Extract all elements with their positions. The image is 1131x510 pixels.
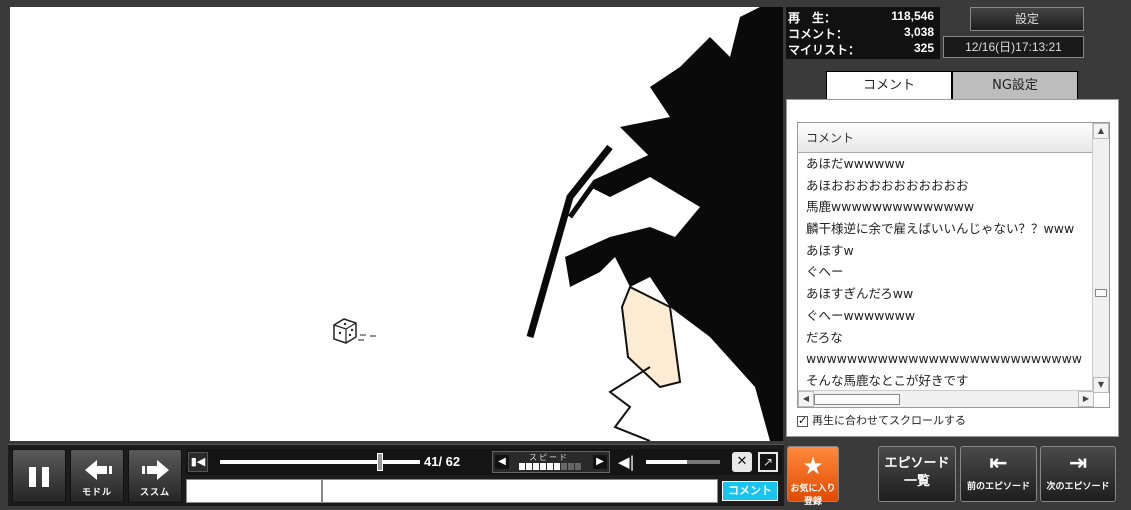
- playback-time: 41/ 62: [424, 454, 461, 469]
- comments-count: 3,038: [903, 25, 934, 39]
- seek-bar[interactable]: [220, 460, 420, 464]
- seek-row: ▮◀ 41/ 62 ◀ スピード ▶ ◀| ✕ ↗: [186, 449, 782, 475]
- comment-row[interactable]: ぐへーwwwwwww: [798, 305, 1094, 327]
- stats-panel: 再 生： 118,546 コメント： 3,038 マイリスト： 325: [786, 7, 940, 59]
- prev-episode-label: 前のエピソード: [966, 482, 1030, 492]
- views-label: 再 生：: [788, 11, 837, 25]
- comment-row[interactable]: 麟干様逆に余で雇えばいいんじゃない？？www: [798, 218, 1094, 240]
- speed-up-button[interactable]: ▶: [593, 455, 607, 469]
- comment-row[interactable]: あほだwwwwww: [798, 153, 1094, 175]
- fullscreen-icon[interactable]: ↗: [758, 452, 778, 472]
- comments-row: コメント： 3,038: [788, 25, 938, 41]
- speed-level-bar: [526, 463, 532, 470]
- tab-ng-settings[interactable]: NG設定: [952, 71, 1078, 100]
- comment-row[interactable]: そんな馬鹿なとこが好きです: [798, 370, 1094, 391]
- favorite-button[interactable]: ★ お気に入り登録: [787, 446, 839, 507]
- video-area[interactable]: [10, 7, 783, 441]
- next-episode-label: 次のエピソード: [1046, 482, 1110, 492]
- prev-episode-button[interactable]: ⇤ 前のエピソード: [960, 446, 1037, 502]
- comment-row[interactable]: あほすw: [798, 240, 1094, 262]
- settings-button[interactable]: 設定: [970, 7, 1084, 31]
- speed-level-bar: [533, 463, 539, 470]
- volume-icon[interactable]: ◀|: [618, 453, 638, 471]
- player-window: モドル ススム ▮◀ 41/ 62 ◀ スピード ▶ ◀| ✕ ↗ コメント 再…: [0, 0, 1131, 510]
- comment-input-row: コメント: [186, 479, 782, 503]
- comment-row[interactable]: あほおおおおおおおおおおお: [798, 175, 1094, 197]
- episode-list-button[interactable]: エピソード 一覧: [878, 446, 956, 502]
- arrow-right-icon: [142, 460, 169, 480]
- speed-down-button[interactable]: ◀: [495, 455, 509, 469]
- speed-level-bar: [568, 463, 574, 470]
- mylist-label: マイリスト：: [788, 43, 861, 57]
- skip-to-start-button[interactable]: ▮◀: [188, 452, 208, 472]
- horizontal-scroll-thumb[interactable]: [814, 394, 900, 405]
- scroll-left-icon[interactable]: ◀: [798, 391, 814, 407]
- views-count: 118,546: [891, 9, 934, 23]
- volume-slider-rest: [686, 460, 720, 464]
- horizontal-scrollbar[interactable]: ◀ ▶: [798, 390, 1094, 407]
- seek-handle[interactable]: [377, 453, 383, 471]
- sync-scroll-checkbox[interactable]: [797, 414, 808, 427]
- vertical-scroll-thumb[interactable]: [1095, 289, 1107, 297]
- speed-label: スピード: [529, 453, 569, 462]
- star-icon: ★: [802, 452, 824, 480]
- views-row: 再 生： 118,546: [788, 9, 938, 25]
- comment-hide-icon[interactable]: ✕: [732, 452, 752, 472]
- forward-button[interactable]: ススム: [128, 449, 182, 503]
- speed-level-bar: [554, 463, 560, 470]
- comment-list[interactable]: コメント あほだwwwwww あほおおおおおおおおおおお 馬鹿wwwwwwwww…: [797, 122, 1110, 408]
- speed-control: ◀ スピード ▶: [492, 451, 610, 473]
- next-episode-icon: ⇥: [1068, 451, 1088, 476]
- scroll-down-icon[interactable]: ▼: [1093, 377, 1109, 393]
- comment-submit-button[interactable]: コメント: [722, 481, 778, 501]
- command-input[interactable]: [186, 479, 322, 503]
- speed-level-bar: [540, 463, 546, 470]
- favorite-label: お気に入り登録: [790, 484, 836, 507]
- comment-row[interactable]: ぐへー: [798, 261, 1094, 283]
- back-label: モドル: [81, 488, 112, 498]
- comment-list-header[interactable]: コメント: [798, 123, 1094, 153]
- next-episode-button[interactable]: ⇥ 次のエピソード: [1040, 446, 1116, 502]
- mylist-count: 325: [913, 41, 934, 55]
- scroll-right-icon[interactable]: ▶: [1078, 391, 1094, 407]
- arrow-left-icon: [85, 460, 112, 480]
- comment-input[interactable]: [322, 479, 718, 503]
- comments-label: コメント：: [788, 27, 849, 41]
- comment-row[interactable]: wwwwwwwwwwwwwwwwwwwwwwwwwww: [798, 348, 1094, 370]
- prev-episode-icon: ⇤: [989, 451, 1008, 476]
- comment-rows: あほだwwwwww あほおおおおおおおおおおお 馬鹿wwwwwwwwwwwwww…: [798, 153, 1094, 391]
- speed-level-bar: [547, 463, 553, 470]
- comment-row[interactable]: あほすぎんだろww: [798, 283, 1094, 305]
- speed-level-bar: [575, 463, 581, 470]
- speed-level-bars: [519, 463, 581, 470]
- sync-scroll-option[interactable]: 再生に合わせてスクロールする: [797, 412, 966, 428]
- speed-level-bar: [519, 463, 525, 470]
- comment-row[interactable]: 馬鹿wwwwwwwwwwwwww: [798, 196, 1094, 218]
- forward-label: ススム: [139, 488, 170, 498]
- comment-panel: コメント あほだwwwwww あほおおおおおおおおおおお 馬鹿wwwwwwwww…: [786, 99, 1119, 437]
- datetime-display: 12/16(日)17:13:21: [943, 36, 1084, 58]
- video-frame: [10, 7, 783, 441]
- pause-icon: [29, 467, 49, 487]
- skip-start-icon: ▮◀: [190, 455, 206, 468]
- episode-list-label: エピソード 一覧: [884, 456, 950, 489]
- scroll-up-icon[interactable]: ▲: [1093, 123, 1109, 139]
- speed-level-bar: [561, 463, 567, 470]
- comment-row[interactable]: だろな: [798, 327, 1094, 349]
- control-bar: モドル ススム ▮◀ 41/ 62 ◀ スピード ▶ ◀| ✕ ↗ コメント: [8, 444, 784, 506]
- mylist-row: マイリスト： 325: [788, 41, 938, 57]
- pause-button[interactable]: [12, 449, 66, 503]
- volume-slider[interactable]: [646, 460, 687, 464]
- vertical-scrollbar[interactable]: ▲ ▼: [1092, 123, 1109, 393]
- back-button[interactable]: モドル: [70, 449, 124, 503]
- tab-comment[interactable]: コメント: [826, 71, 952, 101]
- sync-scroll-label: 再生に合わせてスクロールする: [812, 414, 966, 427]
